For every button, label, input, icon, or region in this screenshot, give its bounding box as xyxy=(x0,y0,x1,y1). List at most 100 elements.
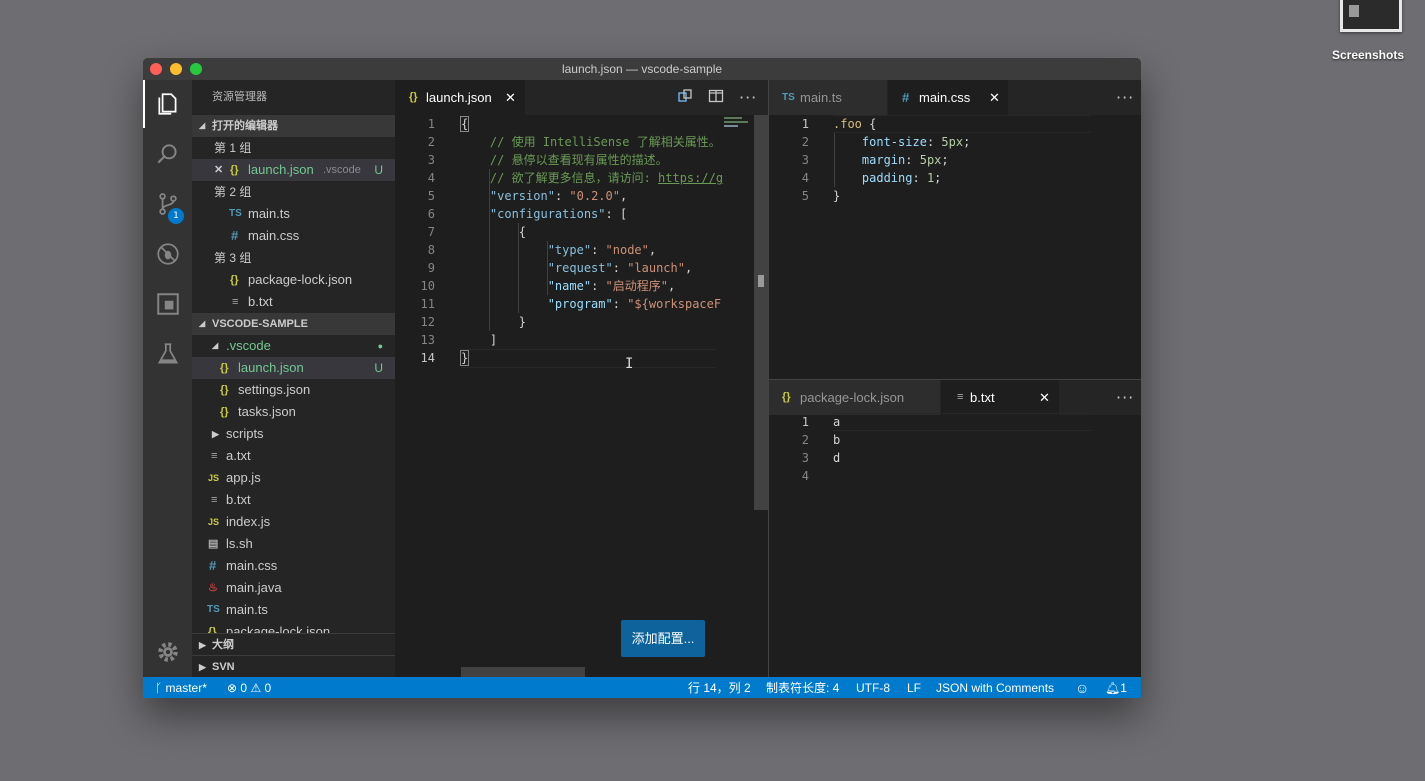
file-ls-sh[interactable]: ▤ ls.sh xyxy=(192,533,395,555)
json-file-icon: {} xyxy=(220,384,229,396)
scm-badge: 1 xyxy=(168,208,184,224)
close-icon[interactable]: ✕ xyxy=(1039,380,1050,415)
chevron-right-icon: ▶ xyxy=(199,640,206,650)
search-icon[interactable] xyxy=(143,130,192,178)
file-index-js[interactable]: JS index.js xyxy=(192,511,395,533)
json-file-icon: {} xyxy=(208,626,217,633)
more-actions-icon[interactable]: ··· xyxy=(1116,380,1134,415)
sidebar-title: 资源管理器 xyxy=(212,91,267,103)
tab-launch-json[interactable]: {} launch.json ✕ xyxy=(395,80,525,115)
open-editor-launch-json[interactable]: ✕ {} launch.json .vscode U xyxy=(192,159,395,181)
open-editor-main-css[interactable]: # main.css xyxy=(192,225,395,247)
json-file-icon: {} xyxy=(230,164,239,176)
code-area-b-txt[interactable]: 1 a 2 b 3 d 4 xyxy=(769,413,1141,678)
tab-main-ts[interactable]: TS main.ts xyxy=(769,80,887,115)
activity-bar: 1 xyxy=(143,80,192,677)
desktop-icon-label: Screenshots xyxy=(1331,48,1405,62)
minimap[interactable] xyxy=(724,115,754,137)
text-file-icon: ≡ xyxy=(211,494,218,506)
close-window-button[interactable] xyxy=(150,63,162,75)
file-main-css[interactable]: # main.css xyxy=(192,555,395,577)
open-changes-icon[interactable] xyxy=(677,88,693,108)
more-actions-icon[interactable]: ··· xyxy=(739,88,757,107)
add-configuration-button[interactable]: 添加配置... xyxy=(621,620,705,657)
folder-scripts[interactable]: ▶ scripts xyxy=(192,423,395,445)
file-tasks-json[interactable]: {} tasks.json xyxy=(192,401,395,423)
screenshots-folder-icon[interactable]: Screenshots xyxy=(1322,0,1414,66)
svn-header[interactable]: ▶ SVN xyxy=(192,655,395,677)
testing-flask-icon[interactable] xyxy=(143,330,192,378)
file-launch-json[interactable]: {} launch.json U xyxy=(192,357,395,379)
help-link[interactable]: https://g xyxy=(658,171,723,185)
file-settings-json[interactable]: {} settings.json xyxy=(192,379,395,401)
json-file-icon: {} xyxy=(220,406,229,418)
workspace-header[interactable]: ◢ VSCODE-SAMPLE xyxy=(192,313,395,335)
debug-icon[interactable] xyxy=(143,230,192,278)
source-control-icon[interactable]: 1 xyxy=(143,180,192,228)
group-label: 第 3 组 xyxy=(214,251,252,265)
split-editor-icon[interactable] xyxy=(708,88,724,108)
modified-dot-icon: ● xyxy=(377,341,383,351)
problems-indicator[interactable]: ⊗ 0 ⚠ 0 xyxy=(227,677,271,698)
css-file-icon: # xyxy=(902,90,910,105)
open-editor-b-txt[interactable]: ≡ b.txt xyxy=(192,291,395,313)
file-package-lock-json[interactable]: {} package-lock.json xyxy=(192,621,395,633)
more-actions-icon[interactable]: ··· xyxy=(1116,80,1134,115)
javascript-file-icon: JS xyxy=(208,517,220,527)
json-file-icon: {} xyxy=(220,362,229,374)
explorer-icon[interactable] xyxy=(143,80,192,128)
notifications[interactable]: 🔔︎1 xyxy=(1105,677,1127,698)
text-file-icon: ≡ xyxy=(957,391,964,403)
bell-icon: 🔔︎ xyxy=(1105,681,1121,695)
zoom-window-button[interactable] xyxy=(190,63,202,75)
json-file-icon: {} xyxy=(230,274,239,286)
window-title: launch.json — vscode-sample xyxy=(561,62,723,76)
tab-bar: {} package-lock.json ≡ b.txt ✕ ··· xyxy=(769,380,1141,415)
chevron-down-icon: ◢ xyxy=(199,121,206,130)
tab-b-txt[interactable]: ≡ b.txt ✕ xyxy=(941,380,1059,415)
css-file-icon: # xyxy=(209,558,217,573)
cursor-position[interactable]: 行 14，列 2 xyxy=(688,677,751,698)
outline-header[interactable]: ▶ 大纲 xyxy=(192,633,395,656)
open-editor-main-ts[interactable]: TS main.ts xyxy=(192,203,395,225)
file-main-java[interactable]: ♨ main.java xyxy=(192,577,395,599)
folder-vscode[interactable]: ◢ .vscode ● xyxy=(192,335,395,357)
tab-package-lock-json[interactable]: {} package-lock.json xyxy=(769,380,940,415)
close-icon[interactable]: ✕ xyxy=(505,80,516,115)
close-icon[interactable]: ✕ xyxy=(214,159,223,181)
code-area-launch-json[interactable]: 1 { 2 // 使用 IntelliSense 了解相关属性。 3 // 悬停… xyxy=(395,115,768,677)
chevron-right-icon: ▶ xyxy=(199,662,206,672)
file-main-ts[interactable]: TS main.ts xyxy=(192,599,395,621)
editor-group-bottom-right: {} package-lock.json ≡ b.txt ✕ ··· 1 a 2… xyxy=(768,379,1141,678)
minimize-window-button[interactable] xyxy=(170,63,182,75)
close-icon[interactable]: ✕ xyxy=(989,80,1000,115)
editor-group-left: {} launch.json ✕ ··· 1 { 2 // 使用 Intelli… xyxy=(395,80,768,677)
javascript-file-icon: JS xyxy=(208,473,220,483)
json-file-icon: {} xyxy=(409,91,418,103)
json-file-icon: {} xyxy=(782,391,791,403)
open-editors-header[interactable]: ◢ 打开的编辑器 xyxy=(192,115,395,137)
title-bar: launch.json — vscode-sample xyxy=(143,58,1141,80)
vertical-scrollbar[interactable] xyxy=(754,115,768,510)
code-area-main-css[interactable]: 1 .foo { 2 font-size: 5px; 3 margin: 5px… xyxy=(769,115,1141,379)
typescript-file-icon: TS xyxy=(207,604,220,615)
tab-size[interactable]: 制表符长度: 4 xyxy=(766,677,839,698)
language-mode[interactable]: JSON with Comments xyxy=(936,677,1054,698)
java-file-icon: ♨ xyxy=(208,582,218,594)
tab-bar: {} launch.json ✕ ··· xyxy=(395,80,768,115)
feedback-smiley-icon[interactable]: ☺ xyxy=(1075,677,1089,698)
group-label: 第 2 组 xyxy=(214,185,252,199)
encoding[interactable]: UTF-8 xyxy=(856,677,890,698)
branch-indicator[interactable]: ᚴ master* xyxy=(155,677,207,698)
open-editor-package-lock[interactable]: {} package-lock.json xyxy=(192,269,395,291)
file-app-js[interactable]: JS app.js xyxy=(192,467,395,489)
line-endings[interactable]: LF xyxy=(907,677,921,698)
file-a-txt[interactable]: ≡ a.txt xyxy=(192,445,395,467)
group-label: 第 1 组 xyxy=(214,141,252,155)
file-b-txt[interactable]: ≡ b.txt xyxy=(192,489,395,511)
tab-main-css[interactable]: # main.css ✕ xyxy=(888,80,1008,115)
extensions-icon[interactable] xyxy=(143,280,192,328)
text-file-icon: ≡ xyxy=(232,296,239,308)
settings-gear-icon[interactable] xyxy=(143,628,192,676)
horizontal-scrollbar[interactable] xyxy=(461,667,585,677)
